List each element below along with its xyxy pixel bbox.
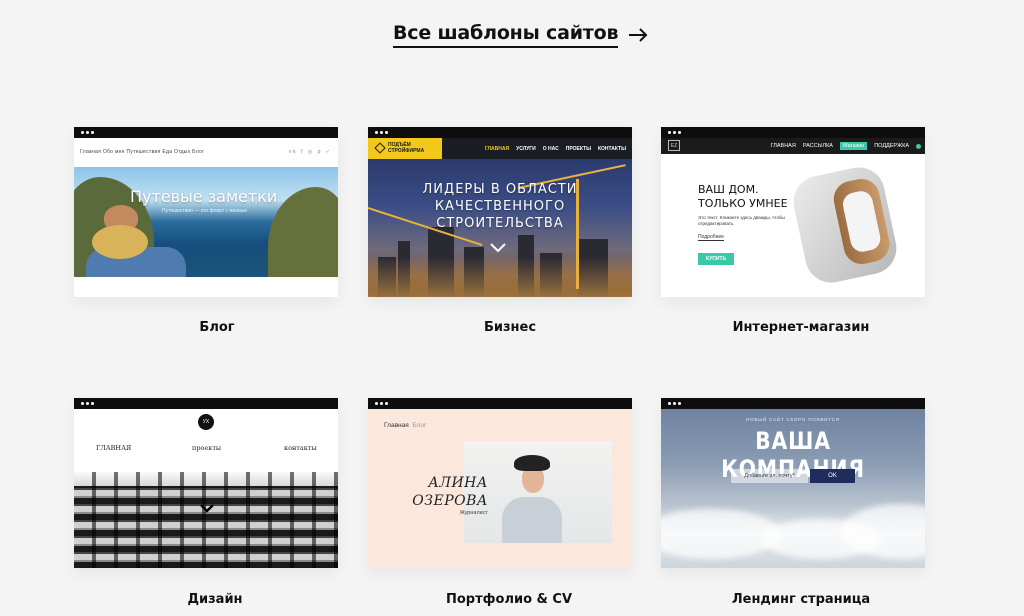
caption-landing[interactable]: Лендинг страница: [669, 592, 933, 607]
shop-more-link: Подробнее: [698, 234, 724, 241]
template-card-design[interactable]: УХ ГЛАВНАЯ проекты контакты: [74, 398, 338, 568]
product-image: [788, 162, 902, 288]
caption-blog[interactable]: Блог: [85, 320, 349, 335]
browser-bar: [74, 398, 338, 409]
business-hero-image: ЛИДЕРЫ В ОБЛАСТИ КАЧЕСТВЕННОГО СТРОИТЕЛЬ…: [368, 159, 632, 297]
social-icons: vk f ◎ p ✓: [288, 149, 332, 155]
shop-text: Это текст. Кликните здесь дважды, чтобы …: [698, 215, 785, 226]
caption-shop[interactable]: Интернет-магазин: [669, 320, 933, 335]
status-dot-icon: [916, 143, 921, 149]
shop-logo: EZ: [668, 140, 680, 151]
browser-bar: [661, 398, 925, 409]
caption-design[interactable]: Дизайн: [83, 592, 347, 607]
portfolio-role: Журналист: [459, 510, 488, 516]
blog-title: Путевые заметки: [130, 187, 278, 206]
template-card-portfolio[interactable]: Главная Блог АЛИНА ОЗЕРОВА Журналист: [368, 398, 632, 568]
blog-subtitle: Путешествия — это флирт с жизнью: [162, 208, 247, 214]
browser-bar: [74, 127, 338, 138]
template-card-business[interactable]: ПОДЪЁМ СТРОЙФИРМА ГЛАВНАЯ УСЛУГИ О НАС П…: [368, 127, 632, 297]
chevron-down-icon: [200, 504, 214, 513]
blog-hero-image: Путевые заметки Путешествия — это флирт …: [74, 167, 338, 277]
arrow-right-icon: [629, 28, 648, 42]
portfolio-name: АЛИНА ОЗЕРОВА: [412, 475, 488, 509]
business-logo: ПОДЪЁМ СТРОЙФИРМА: [368, 138, 442, 159]
building-photo: [74, 472, 338, 568]
shop-nav: ГЛАВНАЯ РАССЫЛКА Магазин ПОДДЕРЖКА: [771, 142, 921, 150]
ok-button: OK: [810, 469, 855, 483]
browser-bar: [368, 398, 632, 409]
business-nav: ГЛАВНАЯ УСЛУГИ О НАС ПРОЕКТЫ КОНТАКТЫ: [484, 146, 626, 152]
email-field: Добавьте эл. почту*: [731, 469, 808, 483]
blog-nav: Главная Обо мне Путешествия Еда Отдых Бл…: [80, 149, 205, 155]
all-templates-label[interactable]: Все шаблоны сайтов: [393, 22, 618, 48]
landing-hero-image: НОВЫЙ САЙТ СКОРО ПОЯВИТСЯ ВАША КОМПАНИЯ …: [661, 409, 925, 568]
template-card-blog[interactable]: Главная Обо мне Путешествия Еда Отдых Бл…: [74, 127, 338, 297]
caption-business[interactable]: Бизнес: [378, 320, 642, 335]
browser-bar: [661, 127, 925, 138]
chevron-down-icon: [490, 243, 506, 253]
landing-small-text: НОВЫЙ САЙТ СКОРО ПОЯВИТСЯ: [746, 417, 840, 422]
business-title: ЛИДЕРЫ В ОБЛАСТИ КАЧЕСТВЕННОГО СТРОИТЕЛЬ…: [422, 182, 578, 231]
template-card-landing[interactable]: НОВЫЙ САЙТ СКОРО ПОЯВИТСЯ ВАША КОМПАНИЯ …: [661, 398, 925, 568]
all-templates-link[interactable]: Все шаблоны сайтов: [393, 22, 648, 48]
shop-buy-button: КУПИТЬ: [698, 253, 734, 265]
shop-heading: ВАШ ДОМ. ТОЛЬКО УМНЕЕ: [698, 183, 788, 210]
template-card-shop[interactable]: EZ ГЛАВНАЯ РАССЫЛКА Магазин ПОДДЕРЖКА ВА…: [661, 127, 925, 297]
browser-bar: [368, 127, 632, 138]
design-logo: УХ: [198, 414, 214, 430]
portfolio-nav: Главная Блог: [384, 422, 427, 429]
caption-portfolio[interactable]: Портфолио & CV: [377, 592, 641, 607]
